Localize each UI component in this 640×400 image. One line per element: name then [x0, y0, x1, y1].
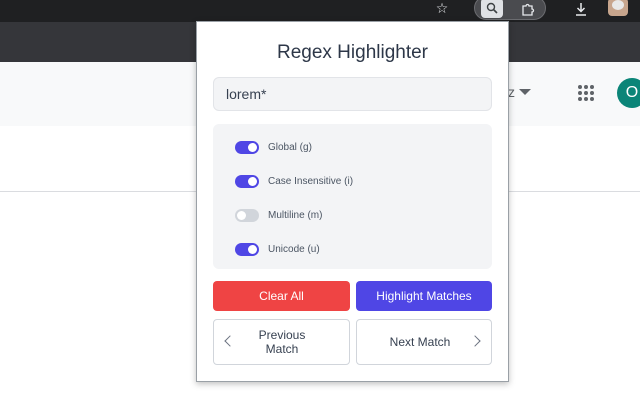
- star-icon[interactable]: ☆: [432, 0, 452, 18]
- flag-label: Multiline (m): [268, 209, 323, 221]
- profile-avatar[interactable]: [608, 0, 628, 16]
- regex-extension-icon[interactable]: [481, 0, 503, 18]
- chevron-left-icon: [224, 335, 236, 347]
- magnifier-icon: [486, 2, 498, 14]
- popup-title: Regex Highlighter: [276, 42, 429, 63]
- regex-highlighter-popup: Regex Highlighter Global (g) Case Insens…: [196, 21, 509, 382]
- page-partial-text: z: [508, 84, 515, 100]
- chevron-right-icon: [469, 335, 481, 347]
- apps-grid-icon[interactable]: [578, 85, 594, 101]
- flag-multiline[interactable]: Multiline (m): [235, 206, 322, 224]
- regex-pattern-input[interactable]: [213, 77, 492, 111]
- highlight-matches-button[interactable]: Highlight Matches: [356, 281, 492, 311]
- toggle-switch[interactable]: [235, 140, 259, 154]
- download-icon[interactable]: [570, 0, 592, 18]
- dropdown-caret-icon[interactable]: [519, 89, 531, 95]
- flag-label: Case Insensitive (i): [268, 175, 354, 187]
- previous-match-button[interactable]: Previous Match: [213, 319, 350, 365]
- flag-label: Global (g): [268, 141, 312, 153]
- flag-global[interactable]: Global (g): [235, 138, 312, 156]
- previous-match-label: Previous Match: [258, 328, 306, 356]
- extensions-puzzle-icon[interactable]: [517, 0, 539, 18]
- browser-titlebar: ☆: [0, 0, 640, 22]
- toggle-switch[interactable]: [235, 242, 259, 256]
- next-match-button[interactable]: Next Match: [356, 319, 492, 365]
- regex-flags-panel: Global (g) Case Insensitive (i) Multilin…: [213, 124, 492, 269]
- flag-label: Unicode (u): [268, 243, 320, 255]
- flag-case-insensitive[interactable]: Case Insensitive (i): [235, 172, 353, 190]
- toggle-switch[interactable]: [235, 174, 259, 188]
- next-match-label: Next Match: [389, 335, 451, 349]
- toggle-switch[interactable]: [235, 208, 259, 222]
- clear-all-button[interactable]: Clear All: [213, 281, 350, 311]
- account-avatar[interactable]: O: [617, 78, 640, 108]
- flag-unicode[interactable]: Unicode (u): [235, 240, 320, 258]
